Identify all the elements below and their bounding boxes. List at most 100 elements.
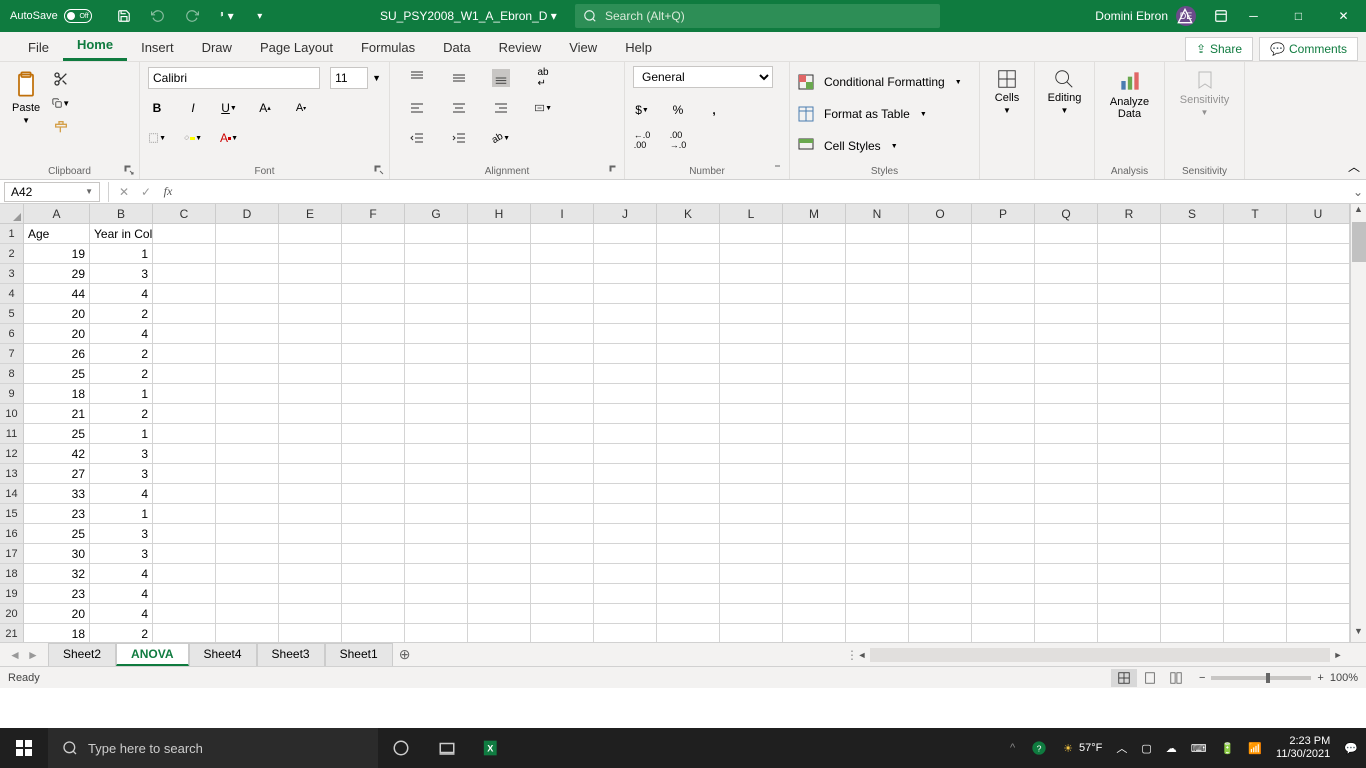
cell[interactable]	[783, 384, 846, 404]
cell[interactable]	[720, 324, 783, 344]
cell[interactable]	[405, 524, 468, 544]
cell[interactable]	[153, 384, 216, 404]
cell[interactable]	[342, 464, 405, 484]
cell[interactable]	[468, 544, 531, 564]
cell[interactable]	[279, 324, 342, 344]
cell[interactable]	[216, 364, 279, 384]
cell[interactable]	[720, 604, 783, 624]
cell[interactable]	[720, 524, 783, 544]
cell[interactable]	[531, 324, 594, 344]
row-header[interactable]: 7	[0, 344, 24, 364]
row-header[interactable]: 5	[0, 304, 24, 324]
font-dialog-icon[interactable]	[373, 164, 385, 176]
vertical-scrollbar[interactable]: ▲ ▼	[1350, 204, 1366, 642]
scroll-down-icon[interactable]: ▼	[1351, 626, 1366, 642]
cell[interactable]	[972, 304, 1035, 324]
cell[interactable]	[909, 404, 972, 424]
cell[interactable]	[783, 464, 846, 484]
sheet-nav-next-icon[interactable]: ►	[26, 648, 40, 662]
cell[interactable]	[594, 424, 657, 444]
column-header[interactable]: B	[90, 204, 153, 224]
cell[interactable]	[783, 504, 846, 524]
cell[interactable]	[594, 324, 657, 344]
scroll-thumb[interactable]	[1352, 222, 1366, 262]
cell[interactable]	[1224, 364, 1287, 384]
cell[interactable]	[531, 344, 594, 364]
meet-now-icon[interactable]: ▢	[1141, 742, 1151, 755]
cell[interactable]	[783, 624, 846, 642]
cell[interactable]	[531, 624, 594, 642]
cell[interactable]	[405, 624, 468, 642]
scroll-right-icon[interactable]: ►	[1330, 650, 1346, 660]
sheet-tab[interactable]: Sheet2	[48, 643, 116, 666]
cell[interactable]	[846, 444, 909, 464]
collapse-ribbon-icon[interactable]: ︿	[1348, 158, 1360, 175]
cell[interactable]	[216, 564, 279, 584]
cell[interactable]	[1098, 364, 1161, 384]
cell[interactable]	[216, 584, 279, 604]
cell[interactable]	[405, 444, 468, 464]
cell[interactable]	[1161, 264, 1224, 284]
cell[interactable]: 2	[90, 304, 153, 324]
cell[interactable]	[909, 484, 972, 504]
cell[interactable]	[153, 344, 216, 364]
accounting-format-icon[interactable]: $ ▼	[633, 101, 651, 119]
cell[interactable]	[720, 244, 783, 264]
cell[interactable]	[657, 224, 720, 244]
name-box[interactable]: A42▼	[4, 182, 100, 202]
cell[interactable]	[1224, 324, 1287, 344]
cell[interactable]	[531, 464, 594, 484]
cell[interactable]	[531, 484, 594, 504]
align-right-icon[interactable]	[492, 99, 510, 117]
cell[interactable]	[1224, 404, 1287, 424]
cell[interactable]	[279, 484, 342, 504]
cell[interactable]	[468, 264, 531, 284]
cell[interactable]	[1098, 424, 1161, 444]
new-sheet-button[interactable]: ⊕	[393, 646, 417, 663]
cell[interactable]	[405, 264, 468, 284]
underline-icon[interactable]: U ▼	[220, 99, 238, 117]
cell[interactable]	[657, 564, 720, 584]
cell[interactable]	[1161, 444, 1224, 464]
cell[interactable]: 18	[24, 624, 90, 642]
expand-formula-bar-icon[interactable]: ⌄	[1350, 185, 1366, 199]
cell[interactable]	[279, 364, 342, 384]
minimize-button[interactable]: ─	[1231, 0, 1276, 32]
cell[interactable]	[342, 344, 405, 364]
cell[interactable]	[657, 484, 720, 504]
row-header[interactable]: 11	[0, 424, 24, 444]
cell[interactable]	[342, 444, 405, 464]
cell[interactable]	[216, 284, 279, 304]
cell[interactable]: 1	[90, 244, 153, 264]
cell[interactable]	[1224, 344, 1287, 364]
row-header[interactable]: 20	[0, 604, 24, 624]
cell[interactable]	[153, 424, 216, 444]
decrease-indent-icon[interactable]	[408, 129, 426, 147]
cell[interactable]	[720, 284, 783, 304]
cell[interactable]	[342, 284, 405, 304]
cell[interactable]	[783, 424, 846, 444]
cell[interactable]	[1224, 224, 1287, 244]
cell[interactable]	[342, 404, 405, 424]
cell[interactable]	[279, 304, 342, 324]
cell[interactable]	[405, 384, 468, 404]
cell[interactable]	[531, 504, 594, 524]
row-header[interactable]: 8	[0, 364, 24, 384]
cell[interactable]	[216, 424, 279, 444]
cell[interactable]	[594, 564, 657, 584]
cell[interactable]	[342, 564, 405, 584]
cell[interactable]	[783, 404, 846, 424]
cell[interactable]	[153, 564, 216, 584]
cell[interactable]	[846, 464, 909, 484]
cell[interactable]	[783, 244, 846, 264]
cell[interactable]	[720, 504, 783, 524]
undo-icon[interactable]	[150, 8, 166, 24]
cell[interactable]	[153, 484, 216, 504]
cell[interactable]	[1224, 524, 1287, 544]
cell[interactable]	[657, 284, 720, 304]
cell[interactable]	[972, 624, 1035, 642]
cell[interactable]	[909, 624, 972, 642]
cell[interactable]	[909, 464, 972, 484]
cell[interactable]	[909, 304, 972, 324]
comments-button[interactable]: 💬 Comments	[1259, 37, 1358, 61]
